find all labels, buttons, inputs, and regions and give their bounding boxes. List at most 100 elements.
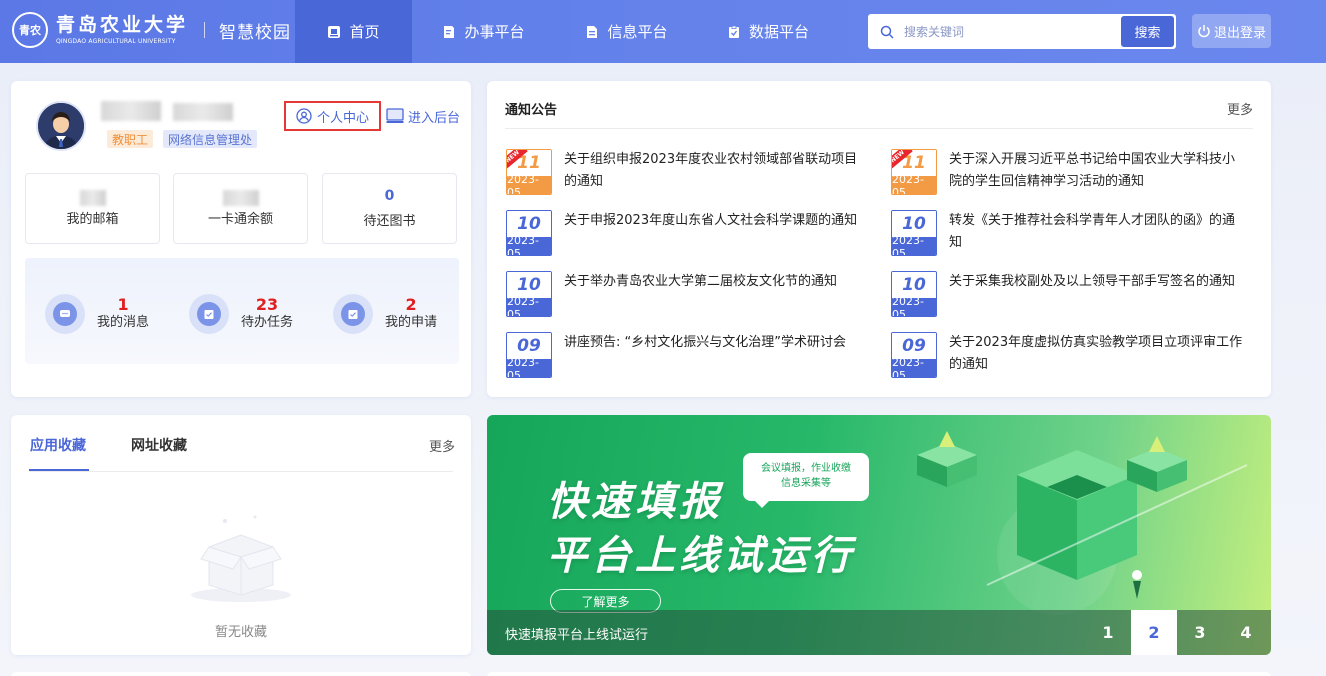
notice-text: 讲座预告: “乡村文化振兴与文化治理”学术研讨会 <box>564 335 846 350</box>
role-tag: 教职工 <box>107 130 154 148</box>
notice-text: 关于组织申报2023年度农业农村领域部省联动项目的通知 <box>564 152 858 189</box>
user-name-blurred <box>101 101 161 121</box>
university-logo[interactable]: 青农 青岛农业大学 QINGDAO AGRICULTURAL UNIVERSIT… <box>12 12 291 48</box>
date-badge: 09 2023-05 <box>891 332 937 378</box>
notice-text: 关于深入开展习近平总书记给中国农业大学科技小院的学生回信精神学习活动的通知 <box>949 152 1236 189</box>
next-card-edge-left <box>11 672 471 676</box>
notice-text: 关于采集我校副处及以上领导干部手写签名的通知 <box>949 274 1236 289</box>
banner-carousel[interactable]: 快速填报 平台上线试运行 会议填报，作业收缴 信息采集等 了解更多 快速填报平台… <box>487 415 1271 655</box>
notice-month: 2023-05 <box>507 295 551 316</box>
admin-entry-label: 进入后台 <box>408 110 461 126</box>
tasks-label: 待办任务 <box>241 315 294 330</box>
books-due-stat[interactable]: 0 待还图书 <box>322 173 457 244</box>
notice-item[interactable]: 09 2023-05 讲座预告: “乡村文化振兴与文化治理”学术研讨会 <box>506 332 860 378</box>
notice-text: 关于举办青岛农业大学第二届校友文化节的通知 <box>564 274 838 289</box>
card-balance-stat[interactable]: 一卡通余额 <box>173 173 308 244</box>
notice-more-link[interactable]: 更多 <box>1227 99 1253 118</box>
notice-month: 2023-05 <box>507 234 551 255</box>
clipboard-icon <box>727 25 741 39</box>
power-icon <box>1198 25 1210 38</box>
notice-item[interactable]: 09 2023-05 关于2023年度虚拟仿真实验教学项目立项评审工作的通知 <box>891 332 1245 378</box>
books-due-label: 待还图书 <box>363 214 416 229</box>
notice-item[interactable]: 10 2023-05 关于采集我校副处及以上领导干部手写签名的通知 <box>891 271 1245 317</box>
date-badge: 10 2023-05 <box>891 271 937 317</box>
todo-summary: 1 我的消息 23 待办任务 2 我的申请 <box>25 258 459 364</box>
seal-text: 青农 <box>19 24 41 37</box>
search-button[interactable]: 搜索 <box>1121 16 1174 47</box>
banner-page-3[interactable]: 3 <box>1177 610 1223 655</box>
edit-doc-icon <box>442 25 456 39</box>
search-bar: 搜索 <box>868 14 1176 49</box>
nav-info[interactable]: 信息平台 <box>555 0 698 63</box>
nav-service[interactable]: 办事平台 <box>412 0 555 63</box>
tab-app-favorites[interactable]: 应用收藏 <box>30 435 86 455</box>
date-badge: NEW 11 2023-05 <box>506 149 552 195</box>
banner-caption: 快速填报平台上线试运行 <box>505 628 649 643</box>
pending-tasks[interactable]: 23 待办任务 <box>189 294 293 334</box>
system-name: 智慧校园 <box>219 22 292 43</box>
home-icon <box>327 25 341 39</box>
banner-speech-bubble: 会议填报，作业收缴 信息采集等 <box>743 453 869 508</box>
balance-value-blurred <box>222 190 259 206</box>
personal-center-button[interactable]: 个人中心 <box>284 101 381 131</box>
notice-text: 关于2023年度虚拟仿真实验教学项目立项评审工作的通知 <box>949 335 1243 372</box>
avatar[interactable] <box>36 101 86 151</box>
date-badge: 09 2023-05 <box>506 332 552 378</box>
mailbox-label: 我的邮箱 <box>66 212 119 227</box>
banner-page-2[interactable]: 2 <box>1131 610 1177 655</box>
nav-info-label: 信息平台 <box>607 23 668 41</box>
nav-home-label: 首页 <box>349 23 380 41</box>
books-due-value: 0 <box>384 188 395 204</box>
notice-card: 通知公告 更多 NEW 11 2023-05 关于组织申报2023年度农业农村领域部省… <box>487 81 1271 397</box>
logout-button[interactable]: 退出登录 <box>1192 14 1271 48</box>
monitor-icon <box>386 108 404 123</box>
nav-home[interactable]: 首页 <box>295 0 412 63</box>
date-badge: 10 2023-05 <box>506 271 552 317</box>
my-messages[interactable]: 1 我的消息 <box>45 294 149 334</box>
notice-item[interactable]: 10 2023-05 关于举办青岛农业大学第二届校友文化节的通知 <box>506 271 860 317</box>
department-tag: 网络信息管理处 <box>163 130 258 148</box>
admin-entry-button[interactable]: 进入后台 <box>386 103 466 129</box>
search-icon <box>880 25 894 39</box>
notice-item[interactable]: NEW 11 2023-05 关于组织申报2023年度农业农村领域部省联动项目的通知 <box>506 149 860 195</box>
banner-pager: 1234 <box>1085 610 1269 655</box>
tab-url-favorites[interactable]: 网址收藏 <box>131 435 187 455</box>
messages-count: 1 <box>117 295 129 314</box>
date-badge: NEW 11 2023-05 <box>891 149 937 195</box>
task-icon <box>189 294 229 334</box>
personal-center-label: 个人中心 <box>316 110 369 126</box>
banner-caption-bar: 快速填报平台上线试运行 1234 <box>487 610 1271 655</box>
main-nav: 首页 办事平台 信息平台 数据平台 <box>295 0 838 63</box>
date-badge: 10 2023-05 <box>891 210 937 256</box>
mailbox-stat[interactable]: 我的邮箱 <box>25 173 160 244</box>
university-seal-icon: 青农 <box>12 12 48 48</box>
user-id-blurred <box>173 103 233 121</box>
banner-page-4[interactable]: 4 <box>1223 610 1269 655</box>
mailbox-value-blurred <box>79 190 106 206</box>
university-name-cn: 青岛农业大学 <box>56 13 189 36</box>
date-badge: 10 2023-05 <box>506 210 552 256</box>
applications-label: 我的申请 <box>385 315 438 330</box>
search-input[interactable] <box>904 16 1121 47</box>
nav-data[interactable]: 数据平台 <box>698 0 838 63</box>
nav-service-label: 办事平台 <box>464 23 525 41</box>
logout-label: 退出登录 <box>1213 25 1266 41</box>
notice-item[interactable]: NEW 11 2023-05 关于深入开展习近平总书记给中国农业大学科技小院的学生回信… <box>891 149 1245 195</box>
notice-text: 转发《关于推荐社会科学青年人才团队的函》的通知 <box>949 213 1236 250</box>
notice-title: 通知公告 <box>505 103 558 118</box>
apply-icon <box>333 294 373 334</box>
banner-headline-1: 快速填报 <box>547 479 723 525</box>
tasks-count: 23 <box>255 295 279 314</box>
notice-month: 2023-05 <box>507 173 551 194</box>
banner-headline-2: 平台上线试运行 <box>547 533 855 579</box>
bubble-line-1: 会议填报，作业收缴 <box>761 463 851 474</box>
empty-favorites-text: 暂无收藏 <box>214 625 267 640</box>
logo-divider <box>204 22 206 38</box>
my-applications[interactable]: 2 我的申请 <box>333 294 437 334</box>
notice-item[interactable]: 10 2023-05 转发《关于推荐社会科学青年人才团队的函》的通知 <box>891 210 1245 256</box>
notice-divider <box>505 128 1253 129</box>
favorites-divider <box>29 471 453 472</box>
banner-page-1[interactable]: 1 <box>1085 610 1131 655</box>
favorites-more-link[interactable]: 更多 <box>429 436 455 455</box>
notice-item[interactable]: 10 2023-05 关于申报2023年度山东省人文社会科学课题的通知 <box>506 210 860 256</box>
